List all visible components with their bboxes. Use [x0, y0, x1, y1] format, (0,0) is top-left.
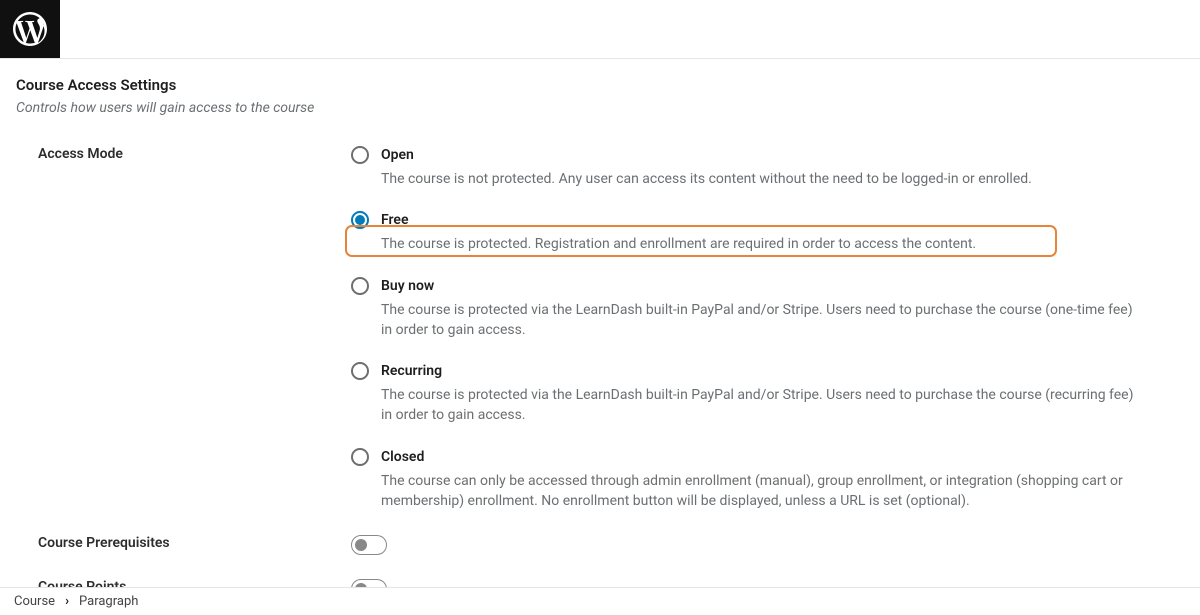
course-prerequisites-label: Course Prerequisites: [16, 535, 351, 551]
access-mode-option-open[interactable]: Open The course is not protected. Any us…: [351, 146, 1144, 189]
access-mode-options: Open The course is not protected. Any us…: [351, 146, 1184, 511]
access-mode-option-recurring[interactable]: Recurring The course is protected via th…: [351, 362, 1144, 426]
radio-description: The course is protected. Registration an…: [381, 234, 1144, 254]
chevron-right-icon: ›: [65, 594, 69, 609]
radio-icon[interactable]: [351, 362, 369, 380]
section-title: Course Access Settings: [16, 76, 1184, 94]
radio-description: The course is not protected. Any user ca…: [381, 169, 1144, 189]
access-mode-option-closed[interactable]: Closed The course can only be accessed t…: [351, 448, 1144, 512]
access-mode-row: Access Mode Open The course is not prote…: [16, 146, 1184, 511]
radio-description: The course is protected via the LearnDas…: [381, 300, 1144, 341]
wordpress-icon: [13, 12, 47, 46]
radio-title: Open: [381, 147, 414, 163]
radio-description: The course can only be accessed through …: [381, 471, 1144, 512]
radio-title: Free: [381, 212, 409, 228]
breadcrumb: Course › Paragraph: [0, 587, 1200, 615]
radio-icon[interactable]: [351, 211, 369, 229]
access-mode-option-buy-now[interactable]: Buy now The course is protected via the …: [351, 277, 1144, 341]
radio-icon[interactable]: [351, 448, 369, 466]
toggle-knob: [355, 539, 367, 551]
section-description: Controls how users will gain access to t…: [16, 100, 1184, 116]
breadcrumb-item[interactable]: Course: [14, 594, 55, 609]
radio-description: The course is protected via the LearnDas…: [381, 385, 1144, 426]
course-prerequisites-toggle[interactable]: [351, 535, 387, 555]
radio-icon[interactable]: [351, 277, 369, 295]
radio-title: Recurring: [381, 363, 442, 379]
access-mode-option-free[interactable]: Free The course is protected. Registrati…: [351, 211, 1144, 254]
wordpress-logo[interactable]: [0, 0, 60, 58]
breadcrumb-item[interactable]: Paragraph: [79, 594, 138, 609]
radio-icon[interactable]: [351, 146, 369, 164]
header-divider: [0, 58, 1200, 59]
radio-title: Buy now: [381, 278, 434, 294]
access-mode-label: Access Mode: [16, 146, 351, 162]
radio-title: Closed: [381, 449, 424, 465]
course-prerequisites-row: Course Prerequisites: [16, 535, 1184, 555]
